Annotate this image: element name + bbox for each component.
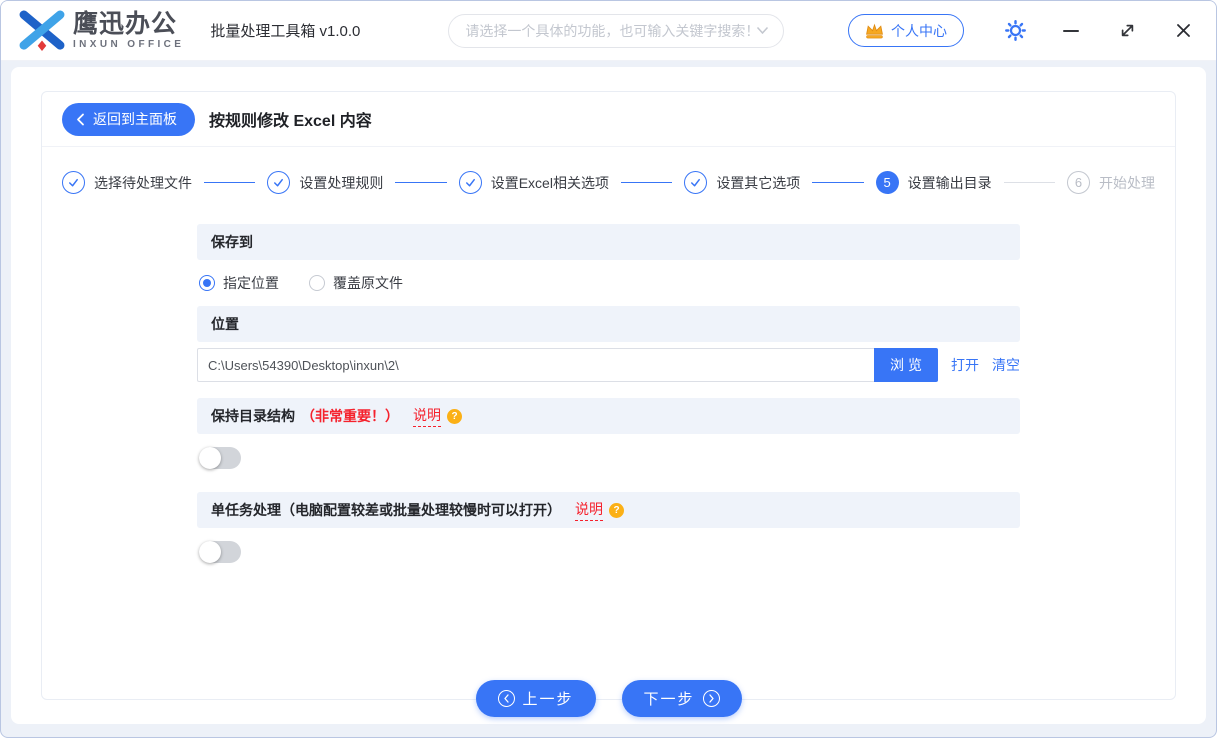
brand-logo: 鹰迅办公 INXUN OFFICE [19, 9, 185, 52]
user-center-label: 个人中心 [891, 22, 947, 39]
output-settings-form: 保存到 指定位置 覆盖原文件 位置 浏览 [197, 224, 1020, 576]
chevron-left-icon [77, 113, 84, 125]
keep-structure-section-header: 保持目录结构 （非常重要！） 说明 ? [197, 398, 1020, 434]
browse-button[interactable]: 浏览 [874, 348, 938, 382]
card-header: 返回到主面板 按规则修改 Excel 内容 [42, 92, 1175, 147]
save-to-section-header: 保存到 [197, 224, 1020, 260]
keep-structure-title: 保持目录结构 [211, 408, 295, 424]
gear-icon [1004, 20, 1026, 41]
chevron-down-icon [757, 26, 769, 35]
location-path-row: 浏览 打开 清空 [197, 348, 1020, 382]
function-search-select[interactable]: 请选择一个具体的功能，也可输入关键字搜索！ [448, 13, 785, 48]
step-start-processing[interactable]: 6 开始处理 [1067, 171, 1155, 194]
close-button[interactable] [1168, 16, 1198, 46]
next-step-button[interactable]: 下一步 [621, 680, 742, 717]
keep-structure-important-note: （非常重要！） [301, 408, 399, 424]
output-path-input[interactable] [197, 348, 874, 382]
minimize-icon [1063, 29, 1079, 32]
step-check-icon [684, 171, 708, 194]
radio-selected-icon [199, 275, 215, 291]
step-rules[interactable]: 设置处理规则 [267, 171, 383, 194]
radio-unselected-icon [309, 275, 325, 291]
step-indicator: 选择待处理文件 设置处理规则 设置Excel相关选项 设置其它选项 5 设置输出… [42, 147, 1175, 210]
page-title: 按规则修改 Excel 内容 [209, 113, 372, 130]
app-window: 鹰迅办公 INXUN OFFICE 批量处理工具箱 v1.0.0 请选择一个具体… [0, 0, 1217, 738]
step-excel-options[interactable]: 设置Excel相关选项 [458, 171, 609, 194]
titlebar-right-group: 个人中心 [848, 14, 1198, 47]
step-select-files[interactable]: 选择待处理文件 [62, 171, 192, 194]
app-title: 批量处理工具箱 v1.0.0 [210, 23, 361, 40]
search-placeholder: 请选择一个具体的功能，也可输入关键字搜索！ [465, 22, 757, 39]
single-task-section-header: 单任务处理（电脑配置较差或批量处理较慢时可以打开） 说明 ? [197, 492, 1020, 528]
step-connector [395, 182, 447, 183]
step-other-options[interactable]: 设置其它选项 [684, 171, 800, 194]
minimize-button[interactable] [1056, 16, 1086, 46]
title-bar: 鹰迅办公 INXUN OFFICE 批量处理工具箱 v1.0.0 请选择一个具体… [1, 1, 1216, 61]
resize-diagonal-icon [1121, 24, 1133, 37]
back-button-label: 返回到主面板 [93, 111, 177, 127]
step-check-icon [458, 171, 482, 194]
keep-structure-toggle-row [197, 434, 1020, 482]
step-number: 6 [1067, 171, 1091, 194]
radio-specified-location[interactable]: 指定位置 [199, 273, 279, 293]
keep-structure-toggle[interactable] [199, 447, 241, 469]
question-badge-icon[interactable]: ? [447, 408, 462, 424]
single-task-title: 单任务处理（电脑配置较差或批量处理较慢时可以打开） [211, 502, 561, 518]
single-task-toggle-row [197, 528, 1020, 576]
single-task-toggle[interactable] [199, 541, 241, 563]
toggle-knob [199, 541, 221, 563]
previous-step-button[interactable]: 上一步 [475, 680, 596, 717]
step-number: 5 [875, 171, 899, 194]
brand-name-en: INXUN OFFICE [73, 38, 185, 50]
brand-name-cn: 鹰迅办公 [73, 9, 178, 38]
step-connector [620, 182, 673, 183]
step-connector [1003, 182, 1056, 183]
step-connector [204, 182, 256, 183]
crown-icon [866, 23, 883, 38]
keep-structure-help-link[interactable]: 说明 [413, 405, 441, 427]
open-link[interactable]: 打开 [951, 355, 979, 375]
location-section-header: 位置 [197, 306, 1020, 342]
maximize-button[interactable] [1112, 16, 1142, 46]
clear-link[interactable]: 清空 [992, 355, 1020, 375]
wizard-nav-buttons: 上一步 下一步 [475, 680, 742, 717]
logo-x-icon [19, 9, 65, 51]
back-to-dashboard-button[interactable]: 返回到主面板 [62, 102, 195, 136]
wizard-card: 返回到主面板 按规则修改 Excel 内容 选择待处理文件 设置处理规则 设置E… [41, 91, 1176, 717]
brand-text: 鹰迅办公 INXUN OFFICE [73, 9, 185, 50]
radio-overwrite-original[interactable]: 覆盖原文件 [309, 273, 403, 293]
step-check-icon [62, 171, 85, 194]
step-connector [812, 182, 864, 183]
step-check-icon [267, 171, 291, 194]
user-center-button[interactable]: 个人中心 [848, 14, 964, 47]
save-to-radio-group: 指定位置 覆盖原文件 [197, 260, 1020, 306]
circle-chevron-right-icon [702, 690, 720, 707]
circle-chevron-left-icon [497, 690, 515, 707]
settings-button[interactable] [1000, 16, 1030, 46]
toggle-knob [199, 447, 221, 469]
main-panel: 返回到主面板 按规则修改 Excel 内容 选择待处理文件 设置处理规则 设置E… [11, 67, 1206, 724]
single-task-help-link[interactable]: 说明 [575, 499, 603, 521]
question-badge-icon[interactable]: ? [609, 502, 624, 518]
close-icon [1176, 24, 1190, 37]
step-output-directory[interactable]: 5 设置输出目录 [875, 171, 992, 194]
